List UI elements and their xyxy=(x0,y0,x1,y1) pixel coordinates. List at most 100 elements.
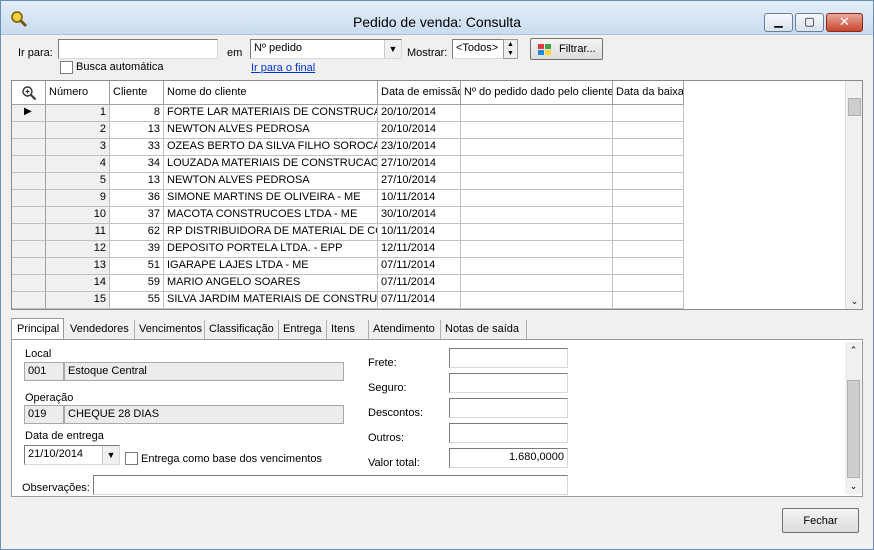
scroll-down-icon[interactable]: ⌄ xyxy=(845,478,862,494)
orders-grid[interactable]: Número Cliente Nome do cliente Data de e… xyxy=(11,80,863,310)
cell-emissao[interactable]: 07/11/2014 xyxy=(378,275,461,292)
row-indicator[interactable] xyxy=(12,224,46,241)
cell-nome[interactable]: SIMONE MARTINS DE OLIVEIRA - ME xyxy=(164,190,378,207)
cell-emissao[interactable]: 10/11/2014 xyxy=(378,190,461,207)
table-row[interactable]: 1162RP DISTRIBUIDORA DE MATERIAL DE CONS… xyxy=(12,224,684,241)
cell-emissao[interactable]: 27/10/2014 xyxy=(378,173,461,190)
table-row[interactable]: 15 55 SILVA JARDIM MATERIAIS DE CONSTRUCAO… xyxy=(12,292,684,309)
scroll-up-icon[interactable]: ⌃ xyxy=(845,342,862,358)
cell-nome[interactable]: MACOTA CONSTRUCOES LTDA - ME xyxy=(164,207,378,224)
cell-cliente[interactable]: 8 xyxy=(110,105,164,122)
cell-pedido_cliente[interactable] xyxy=(461,173,613,190)
local-name-field[interactable]: Estoque Central xyxy=(64,362,344,381)
cell-baixa[interactable] xyxy=(613,207,684,224)
table-row[interactable]: ▶ 1 8 FORTE LAR MATERIAIS DE CONSTRUCAO 20/1… xyxy=(12,105,684,122)
outros-input[interactable] xyxy=(449,423,568,443)
cell-nome[interactable]: SILVA JARDIM MATERIAIS DE CONSTRUCAO xyxy=(164,292,378,309)
tab-vencimentos[interactable]: Vencimentos xyxy=(135,320,205,340)
cell-emissao[interactable]: 07/11/2014 xyxy=(378,292,461,309)
cell-pedido_cliente[interactable] xyxy=(461,156,613,173)
cell-baixa[interactable] xyxy=(613,241,684,258)
cell-pedido_cliente[interactable] xyxy=(461,224,613,241)
valor-total-input[interactable]: 1.680,0000 xyxy=(449,448,568,468)
cell-nome[interactable]: NEWTON ALVES PEDROSA xyxy=(164,122,378,139)
cell-baixa[interactable] xyxy=(613,156,684,173)
busca-automatica-checkbox[interactable] xyxy=(60,61,73,74)
cell-numero[interactable]: 13 xyxy=(46,258,110,275)
cell-numero[interactable]: 11 xyxy=(46,224,110,241)
cell-baixa[interactable] xyxy=(613,105,684,122)
zoom-header-cell[interactable] xyxy=(12,81,46,105)
cell-baixa[interactable] xyxy=(613,190,684,207)
cell-cliente[interactable]: 59 xyxy=(110,275,164,292)
cell-cliente[interactable]: 37 xyxy=(110,207,164,224)
row-indicator[interactable] xyxy=(12,190,46,207)
observacoes-input[interactable] xyxy=(93,475,568,495)
cell-pedido_cliente[interactable] xyxy=(461,292,613,309)
cell-numero[interactable]: 2 xyxy=(46,122,110,139)
grid-vertical-scrollbar[interactable]: ⌄ xyxy=(845,81,862,309)
cell-cliente[interactable]: 36 xyxy=(110,190,164,207)
spin-down-icon[interactable]: ▼ xyxy=(504,49,517,58)
cell-baixa[interactable] xyxy=(613,139,684,156)
cell-numero[interactable]: 1 xyxy=(46,105,110,122)
row-indicator[interactable] xyxy=(12,122,46,139)
cell-pedido_cliente[interactable] xyxy=(461,122,613,139)
scroll-down-icon[interactable]: ⌄ xyxy=(846,293,862,309)
cell-numero[interactable]: 5 xyxy=(46,173,110,190)
tab-classificacao[interactable]: Classificação xyxy=(205,320,279,340)
cell-cliente[interactable]: 33 xyxy=(110,139,164,156)
ir-para-final-link[interactable]: Ir para o final xyxy=(251,62,315,74)
cell-baixa[interactable] xyxy=(613,173,684,190)
scroll-up-icon[interactable] xyxy=(846,81,862,97)
row-indicator[interactable] xyxy=(12,292,46,309)
cell-pedido_cliente[interactable] xyxy=(461,207,613,224)
operacao-code-field[interactable]: 019 xyxy=(24,405,64,424)
cell-emissao[interactable]: 07/11/2014 xyxy=(378,258,461,275)
frete-input[interactable] xyxy=(449,348,568,368)
cell-pedido_cliente[interactable] xyxy=(461,275,613,292)
cell-baixa[interactable] xyxy=(613,275,684,292)
row-indicator[interactable] xyxy=(12,173,46,190)
descontos-input[interactable] xyxy=(449,398,568,418)
cell-pedido_cliente[interactable] xyxy=(461,241,613,258)
tab-notas-saida[interactable]: Notas de saída xyxy=(441,320,527,340)
table-row[interactable]: 9 36 SIMONE MARTINS DE OLIVEIRA - ME 10/11/… xyxy=(12,190,684,207)
maximize-button[interactable]: ▢ xyxy=(795,13,824,32)
mostrar-input[interactable]: <Todos> xyxy=(452,39,504,59)
table-row[interactable]: 5 13 NEWTON ALVES PEDROSA 27/10/2014 xyxy=(12,173,684,190)
cell-pedido_cliente[interactable] xyxy=(461,105,613,122)
cell-cliente[interactable]: 51 xyxy=(110,258,164,275)
table-row[interactable]: 12 39 DEPOSITO PORTELA LTDA. - EPP 12/11/20… xyxy=(12,241,684,258)
cell-nome[interactable]: DEPOSITO PORTELA LTDA. - EPP xyxy=(164,241,378,258)
tab-entrega[interactable]: Entrega xyxy=(279,320,327,340)
cell-baixa[interactable] xyxy=(613,292,684,309)
cell-nome[interactable]: LOUZADA MATERIAIS DE CONSTRUCAO xyxy=(164,156,378,173)
cell-emissao[interactable]: 10/11/2014 xyxy=(378,224,461,241)
cell-emissao[interactable]: 23/10/2014 xyxy=(378,139,461,156)
cell-numero[interactable]: 10 xyxy=(46,207,110,224)
cell-nome[interactable]: IGARAPE LAJES LTDA - ME xyxy=(164,258,378,275)
row-indicator[interactable] xyxy=(12,156,46,173)
cell-emissao[interactable]: 12/11/2014 xyxy=(378,241,461,258)
operacao-name-field[interactable]: CHEQUE 28 DIAS xyxy=(64,405,344,424)
cell-numero[interactable]: 3 xyxy=(46,139,110,156)
cell-pedido_cliente[interactable] xyxy=(461,258,613,275)
cell-numero[interactable]: 4 xyxy=(46,156,110,173)
entrega-base-checkbox[interactable] xyxy=(125,452,138,465)
row-indicator[interactable] xyxy=(12,207,46,224)
cell-numero[interactable]: 14 xyxy=(46,275,110,292)
cell-pedido_cliente[interactable] xyxy=(461,190,613,207)
cell-nome[interactable]: MARIO ANGELO SOARES xyxy=(164,275,378,292)
cell-cliente[interactable]: 13 xyxy=(110,173,164,190)
cell-emissao[interactable]: 30/10/2014 xyxy=(378,207,461,224)
cell-numero[interactable]: 12 xyxy=(46,241,110,258)
cell-cliente[interactable]: 34 xyxy=(110,156,164,173)
cell-numero[interactable]: 9 xyxy=(46,190,110,207)
cell-emissao[interactable]: 20/10/2014 xyxy=(378,122,461,139)
cell-nome[interactable]: RP DISTRIBUIDORA DE MATERIAL DE CONSTRUC… xyxy=(164,224,378,241)
row-indicator[interactable] xyxy=(12,258,46,275)
panel-vertical-scrollbar[interactable]: ⌃ ⌄ xyxy=(845,342,862,494)
tab-vendedores[interactable]: Vendedores xyxy=(66,320,135,340)
em-select[interactable]: Nº pedido ▼ xyxy=(250,39,402,59)
